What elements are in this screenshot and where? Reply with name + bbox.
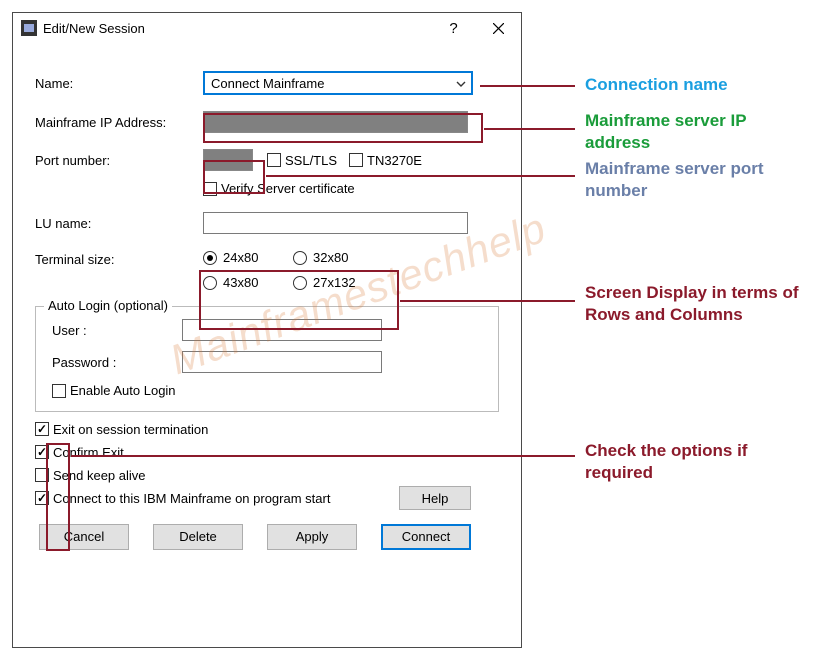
ip-input[interactable] (203, 111, 468, 133)
autologin-title: Auto Login (optional) (44, 298, 172, 313)
row-ip: Mainframe IP Address: (35, 111, 499, 133)
exit-on-termination-checkbox[interactable]: Exit on session termination (35, 422, 208, 437)
terminal-43x80-radio[interactable]: 43x80 (203, 275, 273, 290)
button-row: Cancel Delete Apply Connect (35, 524, 499, 550)
autologin-group: Auto Login (optional) User : Password : … (35, 306, 499, 412)
lu-input[interactable] (203, 212, 468, 234)
ssl-checkbox[interactable]: SSL/TLS (267, 153, 337, 168)
row-lu: LU name: (35, 212, 499, 234)
connect-button[interactable]: Connect (381, 524, 471, 550)
terminal-27x132-radio[interactable]: 27x132 (293, 275, 363, 290)
tn3270e-checkbox[interactable]: TN3270E (349, 153, 422, 168)
user-label: User : (52, 323, 182, 338)
anno-ip: Mainframe server IP address (585, 110, 795, 154)
enable-autologin-checkbox[interactable]: Enable Auto Login (52, 383, 176, 398)
port-label: Port number: (35, 153, 203, 168)
name-value: Connect Mainframe (211, 76, 324, 91)
titlebar-help-button[interactable]: ? (431, 13, 476, 43)
row-user: User : (52, 319, 482, 341)
row-password: Password : (52, 351, 482, 373)
dialog-title: Edit/New Session (43, 21, 431, 36)
verify-cert-checkbox[interactable]: Verify Server certificate (203, 181, 355, 196)
anno-port: Mainframe server port number (585, 158, 795, 202)
name-combobox[interactable]: Connect Mainframe (203, 71, 473, 95)
port-input[interactable] (203, 149, 253, 171)
terminal-label: Terminal size: (35, 250, 203, 267)
delete-button[interactable]: Delete (153, 524, 243, 550)
lu-label: LU name: (35, 216, 203, 231)
cancel-button[interactable]: Cancel (39, 524, 129, 550)
terminal-32x80-radio[interactable]: 32x80 (293, 250, 363, 265)
form-area: Name: Connect Mainframe Mainframe IP Add… (13, 43, 521, 568)
anno-connection-name: Connection name (585, 74, 728, 96)
connect-on-start-checkbox[interactable]: Connect to this IBM Mainframe on program… (35, 491, 330, 506)
ip-label: Mainframe IP Address: (35, 115, 203, 130)
terminal-24x80-radio[interactable]: 24x80 (203, 250, 273, 265)
keep-alive-checkbox[interactable]: Send keep alive (35, 468, 146, 483)
anno-check-opts: Check the options if required (585, 440, 805, 484)
app-icon (21, 20, 37, 36)
close-icon (493, 23, 504, 34)
terminal-size-group: 24x80 32x80 43x80 27x132 (203, 250, 393, 290)
options-block: Exit on session termination Confirm Exit… (35, 422, 499, 506)
chevron-down-icon (455, 78, 467, 90)
password-input[interactable] (182, 351, 382, 373)
user-input[interactable] (182, 319, 382, 341)
name-label: Name: (35, 76, 203, 91)
row-verify: Verify Server certificate (35, 181, 499, 196)
apply-button[interactable]: Apply (267, 524, 357, 550)
edit-session-dialog: Edit/New Session ? Name: Connect Mainfra… (12, 12, 522, 648)
row-port: Port number: SSL/TLS TN3270E (35, 149, 499, 171)
titlebar: Edit/New Session ? (13, 13, 521, 43)
confirm-exit-checkbox[interactable]: Confirm Exit (35, 445, 124, 460)
row-terminal: Terminal size: 24x80 32x80 43x80 27x132 (35, 250, 499, 290)
row-name: Name: Connect Mainframe (35, 71, 499, 95)
anno-screen: Screen Display in terms of Rows and Colu… (585, 282, 805, 326)
close-button[interactable] (476, 13, 521, 43)
help-button[interactable]: Help (399, 486, 471, 510)
password-label: Password : (52, 355, 182, 370)
